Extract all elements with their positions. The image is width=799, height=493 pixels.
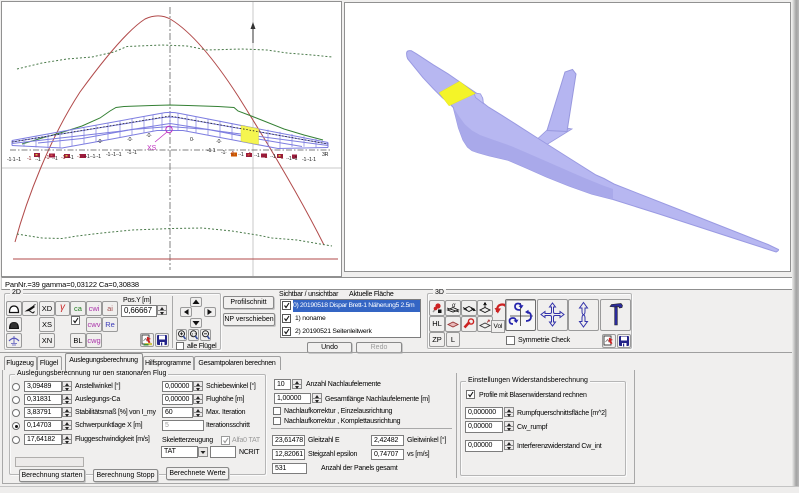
svg-text:·-1: ·-1: [35, 157, 41, 163]
svg-text:0·: 0·: [190, 137, 195, 143]
svg-text:-1: -1: [77, 154, 81, 160]
svg-text:-1: -1: [263, 154, 267, 160]
svg-text:·-1: ·-1: [238, 152, 244, 158]
svg-text:-1: -1: [279, 155, 283, 161]
svg-text:·0·: ·0·: [127, 137, 133, 143]
svg-text:-1·1·-1: -1·1·-1: [7, 157, 21, 163]
svg-text:-1·-1: -1·-1: [127, 150, 137, 156]
svg-text:XS: XS: [147, 145, 157, 152]
svg-text:1:1: 1:1: [191, 332, 197, 337]
svg-text:-1: -1: [61, 155, 65, 161]
svg-text:·-1: ·-1: [68, 155, 74, 161]
svg-text:-1: -1: [45, 155, 49, 161]
svg-text:·0·: ·0·: [146, 133, 152, 139]
svg-text:·-1·-1·-1: ·-1·-1·-1: [84, 154, 101, 160]
svg-text:-1: -1: [230, 151, 234, 157]
svg-text:·-1·-1: ·-1·-1: [286, 156, 298, 162]
svg-text:·0·: ·0·: [97, 139, 103, 145]
svg-text:·0·: ·0·: [216, 139, 222, 145]
svg-text:-1·-1·1: -1·-1·1: [302, 157, 316, 163]
svg-text:-1·1: -1·1: [207, 148, 216, 154]
svg-text:·-1: ·-1: [254, 153, 260, 159]
svg-text:3R: 3R: [322, 152, 329, 158]
svg-text:-1·-1·-1: -1·-1·-1: [106, 152, 122, 158]
svg-text:·-1: ·-1: [52, 156, 58, 162]
svg-text:-1·: -1·: [221, 150, 227, 156]
svg-text:·-1: ·-1: [270, 154, 276, 160]
svg-text:-1: -1: [27, 156, 31, 162]
svg-text:-1: -1: [247, 152, 251, 158]
